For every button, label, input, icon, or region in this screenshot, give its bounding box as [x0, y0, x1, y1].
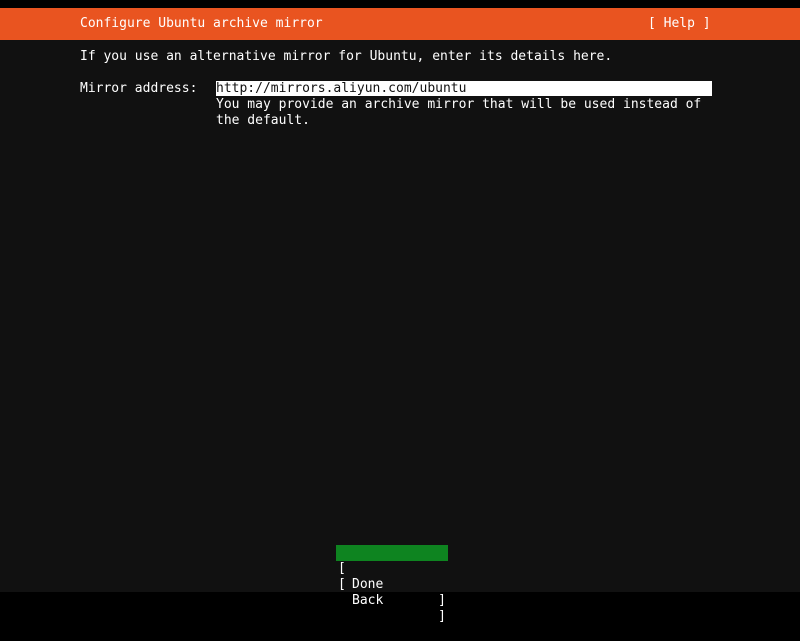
mirror-address-input[interactable] — [216, 81, 712, 96]
help-button[interactable]: [ Help ] — [648, 16, 711, 32]
page-title: Configure Ubuntu archive mirror — [80, 16, 323, 31]
back-button[interactable]: [ Back ] — [336, 561, 448, 624]
back-label: Back — [352, 593, 384, 608]
mirror-address-label: Mirror address: — [80, 81, 198, 96]
done-button[interactable]: [ Done ] — [336, 545, 448, 608]
done-close-bracket: ] — [438, 593, 446, 608]
mirror-help-line-1: You may provide an archive mirror that w… — [216, 97, 702, 112]
mirror-help-line-2: the default. — [216, 113, 310, 128]
intro-text: If you use an alternative mirror for Ubu… — [80, 49, 613, 64]
back-open-bracket: [ — [338, 577, 346, 592]
installer-screen: Configure Ubuntu archive mirror [ Help ]… — [0, 8, 800, 624]
back-close-bracket: ] — [438, 609, 446, 624]
header-bar: Configure Ubuntu archive mirror [ Help ] — [0, 8, 800, 40]
